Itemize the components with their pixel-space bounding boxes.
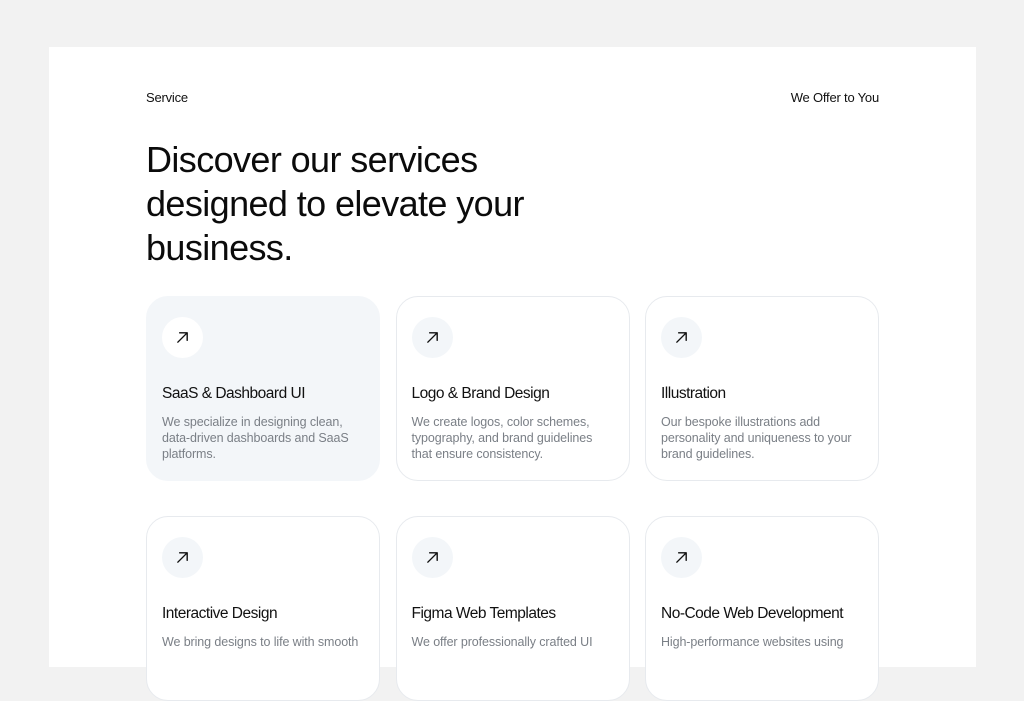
service-card-saas-dashboard[interactable]: SaaS & Dashboard UI We specialize in des… xyxy=(146,296,380,481)
service-title: Figma Web Templates xyxy=(411,605,557,622)
service-card-no-code-web[interactable]: No-Code Web Development High-performance… xyxy=(645,516,879,701)
section-label: Service xyxy=(146,90,188,105)
service-description: High-performance websites using xyxy=(661,635,844,649)
service-card-illustration[interactable]: Illustration Our bespoke illustrations a… xyxy=(645,296,879,481)
service-card-figma-templates[interactable]: Figma Web Templates We offer professiona… xyxy=(395,516,630,701)
arrow-up-right-icon xyxy=(162,537,203,578)
arrow-up-right-icon xyxy=(661,537,702,578)
arrow-up-right-icon xyxy=(162,317,203,358)
service-card-logo-brand[interactable]: Logo & Brand Design We create logos, col… xyxy=(395,296,630,481)
service-description: We create logos, color schemes, typograp… xyxy=(411,415,593,461)
service-description: We bring designs to life with smooth xyxy=(162,635,359,649)
service-title: SaaS & Dashboard UI xyxy=(162,385,306,402)
service-title: No-Code Web Development xyxy=(661,605,844,622)
arrow-up-right-icon xyxy=(411,537,453,578)
service-title: Logo & Brand Design xyxy=(411,385,550,402)
service-description: We specialize in designing clean, data-d… xyxy=(162,415,349,461)
service-description: Our bespoke illustrations add personalit… xyxy=(661,415,852,461)
arrow-up-right-icon xyxy=(411,317,453,358)
service-title: Illustration xyxy=(661,385,726,402)
services-grid: SaaS & Dashboard UI We specialize in des… xyxy=(146,296,879,701)
service-description: We offer professionally crafted UI xyxy=(411,635,593,649)
arrow-up-right-icon xyxy=(661,317,702,358)
section-tagline: We Offer to You xyxy=(790,90,880,105)
services-section: Service We Offer to You Discover our ser… xyxy=(49,47,976,701)
service-title: Interactive Design xyxy=(162,605,278,622)
service-card-interactive-design[interactable]: Interactive Design We bring designs to l… xyxy=(146,516,380,701)
page-title: Discover our services designed to elevat… xyxy=(146,139,524,268)
